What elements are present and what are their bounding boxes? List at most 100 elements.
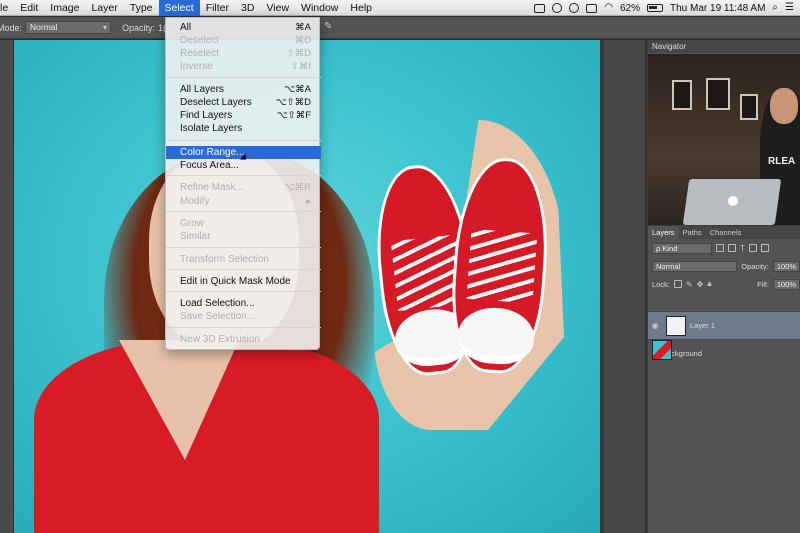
- menu-item-grow: Grow: [166, 217, 321, 230]
- menu-item-label: All Layers: [180, 84, 224, 95]
- layer-thumbnail: [652, 340, 672, 360]
- notification-center-icon[interactable]: ☰: [785, 0, 794, 16]
- menu-item-label: Color Range...: [180, 147, 245, 158]
- laces-shape: [466, 228, 538, 304]
- layers-panel: Layers Paths Channels ρ Kind T Normal Op…: [648, 226, 800, 533]
- menu-item-label: Grow: [180, 218, 204, 229]
- menu-item-new-3d-extrusion: New 3D Extrusion: [166, 333, 321, 346]
- tools-panel[interactable]: [0, 40, 14, 533]
- menu-item-label: Reselect: [180, 48, 219, 59]
- menu-select[interactable]: Select: [158, 0, 200, 16]
- menu-item-label: Edit in Quick Mask Mode: [180, 276, 291, 287]
- menu-view[interactable]: View: [260, 0, 295, 16]
- smart-object-filter-icon[interactable]: [760, 244, 769, 252]
- menu-item-load-selection[interactable]: Load Selection...: [166, 297, 321, 310]
- spotlight-search-icon[interactable]: ⌕: [772, 0, 778, 16]
- menu-item-find-layers[interactable]: Find Layers ⌥⇧⌘F: [166, 109, 321, 122]
- menu-item-isolate-layers[interactable]: Isolate Layers: [166, 122, 321, 135]
- lock-all-icon[interactable]: 🔒︎: [707, 279, 711, 289]
- menu-separator: [166, 291, 321, 292]
- airplay-icon[interactable]: [586, 3, 598, 13]
- tab-layers[interactable]: Layers: [648, 226, 679, 239]
- adjustment-filter-icon[interactable]: [728, 244, 736, 252]
- menu-item-inverse: Inverse ⇧⌘I: [166, 60, 321, 73]
- lock-position-icon[interactable]: ✥: [697, 280, 704, 289]
- battery-percent: 62%: [619, 2, 640, 14]
- menu-item-label: Load Selection...: [180, 298, 255, 309]
- menu-separator: [166, 269, 321, 270]
- menu-item-label: Deselect: [180, 35, 219, 46]
- menu-item-shortcut: ⇧⌘D: [286, 48, 311, 59]
- tab-channels[interactable]: Channels: [706, 226, 746, 239]
- menu-bar-status: ◠ 62% Thu Mar 19 11:48 AM ⌕ ☰: [534, 0, 800, 16]
- pixel-filter-icon[interactable]: [716, 244, 724, 252]
- mode-label: Mode:: [0, 22, 23, 33]
- lock-pixels-icon[interactable]: [673, 280, 682, 288]
- menu-item-reselect: Reselect ⇧⌘D: [166, 47, 321, 60]
- navigator-preview[interactable]: RLEA: [648, 54, 800, 225]
- wall-frame: [740, 94, 758, 120]
- mode-select[interactable]: Normal: [25, 21, 112, 34]
- select-menu-dropdown: All ⌘A Deselect ⌘D Reselect ⇧⌘D Inverse ⇧⌘I All …: [165, 17, 321, 350]
- wifi-icon[interactable]: ◠: [604, 0, 613, 16]
- menu-item-modify: Modify ▸: [166, 195, 321, 208]
- layer-row-layer-1[interactable]: ◉ Layer 1: [648, 311, 800, 339]
- navigator-title[interactable]: Navigator: [648, 40, 800, 53]
- fill-field[interactable]: 100%: [772, 278, 800, 290]
- layer-row-background[interactable]: ◉ Background: [648, 339, 800, 367]
- menu-item-refine-mask: Refine Mask... ⌥⌘R: [166, 181, 321, 194]
- menu-item-all-layers[interactable]: All Layers ⌥⌘A: [166, 83, 321, 96]
- layer-name: Layer 1: [690, 321, 716, 330]
- menu-item-shortcut: ⌥⇧⌘D: [275, 97, 311, 108]
- menu-separator: [166, 247, 321, 248]
- menu-item-all[interactable]: All ⌘A: [166, 21, 321, 34]
- battery-icon[interactable]: [647, 4, 663, 12]
- menu-item-label: Focus Area...: [180, 160, 239, 171]
- menu-item-label: Transform Selection: [180, 254, 270, 265]
- clock[interactable]: Thu Mar 19 11:48 AM: [670, 3, 765, 14]
- menu-type[interactable]: Type: [124, 0, 159, 16]
- options-bar: Mode: Normal Opacity: 1( ✎: [0, 17, 800, 39]
- blend-opacity-row: Normal Opacity: 100%: [648, 257, 800, 275]
- camera-icon[interactable]: [552, 3, 563, 13]
- wall-frame: [672, 80, 692, 110]
- menu-item-shortcut: ⌘A: [295, 22, 311, 33]
- menu-item-edit-in-quick-mask-mode[interactable]: Edit in Quick Mask Mode: [166, 275, 321, 288]
- tab-paths[interactable]: Paths: [679, 226, 706, 239]
- menu-separator: [166, 77, 321, 78]
- menu-item-label: Deselect Layers: [180, 97, 252, 108]
- menu-layer[interactable]: Layer: [85, 0, 123, 16]
- menu-help[interactable]: Help: [344, 0, 378, 16]
- menu-3d[interactable]: 3D: [235, 0, 260, 16]
- menu-filter[interactable]: Filter: [200, 0, 235, 16]
- menu-item-save-selection: Save Selection...: [166, 310, 321, 323]
- right-panels: Navigator RLEA Layers Paths Channels ρ K…: [604, 40, 800, 533]
- menu-item-label: Inverse: [180, 61, 213, 72]
- menu-item-deselect: Deselect ⌘D: [166, 34, 321, 47]
- menu-item-deselect-layers[interactable]: Deselect Layers ⌥⇧⌘D: [166, 96, 321, 109]
- menu-edit[interactable]: Edit: [14, 0, 44, 16]
- menu-item-label: Similar: [180, 231, 211, 242]
- navigator-panel: Navigator RLEA: [648, 40, 800, 225]
- menu-separator: [166, 327, 321, 328]
- menu-item-shortcut: ⇧⌘I: [290, 61, 311, 72]
- type-filter-icon[interactable]: T: [740, 244, 745, 253]
- eye-icon[interactable]: ◉: [648, 321, 662, 330]
- blend-mode-select[interactable]: Normal: [652, 260, 738, 272]
- brush-icon[interactable]: ✎: [324, 21, 332, 32]
- menu-image[interactable]: Image: [44, 0, 85, 16]
- shape-filter-icon[interactable]: [748, 244, 757, 252]
- panel-icon-column[interactable]: [604, 40, 646, 533]
- screen-icon[interactable]: [534, 3, 546, 13]
- opacity-label: Opacity:: [122, 22, 156, 33]
- menu-window[interactable]: Window: [295, 0, 344, 16]
- menu-separator: [166, 211, 321, 212]
- menu-file[interactable]: le: [0, 0, 14, 16]
- layers-panel-tabs: Layers Paths Channels: [648, 226, 800, 239]
- kind-filter-select[interactable]: ρ Kind: [652, 242, 712, 254]
- layer-opacity-field[interactable]: 100%: [772, 260, 800, 272]
- menu-item-label: Modify: [180, 196, 210, 207]
- sync-icon[interactable]: [569, 3, 580, 13]
- presenter-head: [770, 88, 798, 124]
- lock-brush-icon[interactable]: ✎: [686, 280, 693, 289]
